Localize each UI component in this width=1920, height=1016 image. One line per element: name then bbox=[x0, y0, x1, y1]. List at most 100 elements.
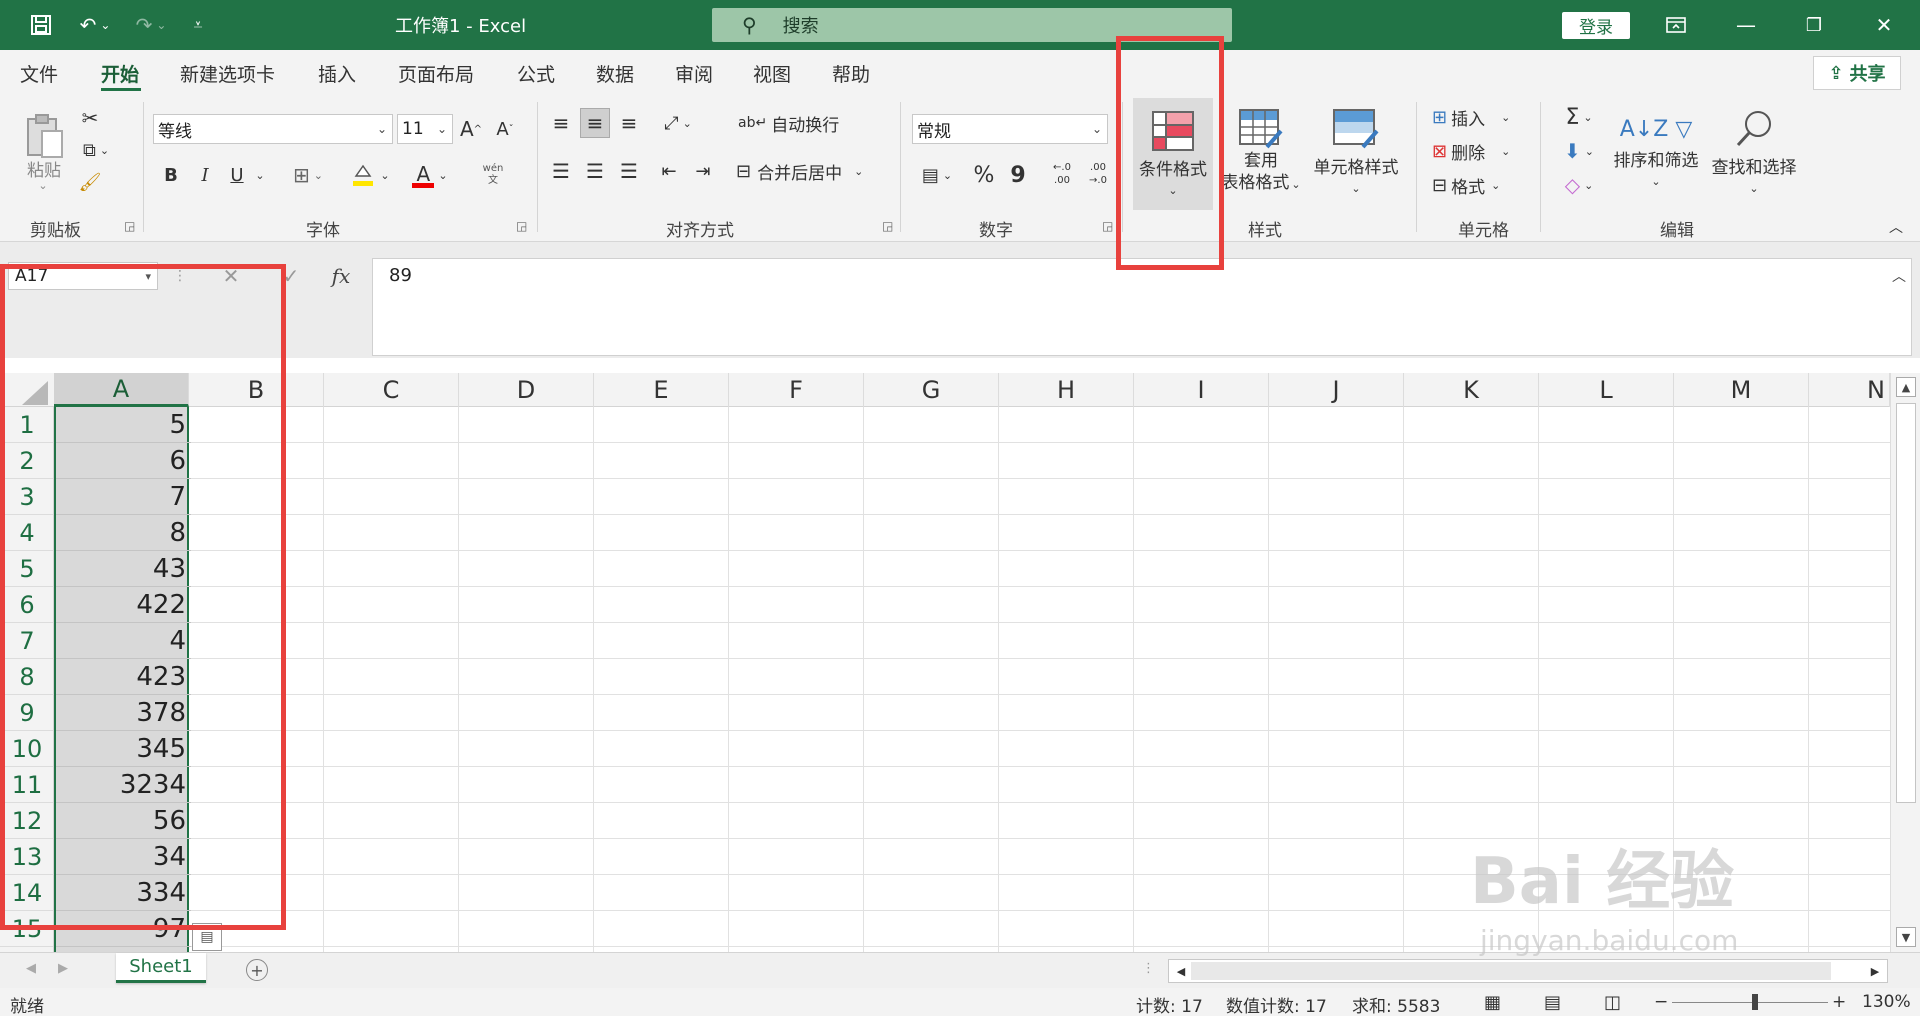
close-icon[interactable]: ✕ bbox=[1864, 10, 1904, 40]
horizontal-scroll-thumb[interactable] bbox=[1191, 962, 1831, 980]
column-header-d[interactable]: D bbox=[459, 373, 594, 407]
number-launcher-icon[interactable]: ◲ bbox=[1102, 219, 1113, 233]
sheet-tab-sheet1[interactable]: Sheet1 bbox=[116, 953, 206, 983]
font-name-select[interactable]: 等线 ⌄ bbox=[153, 114, 393, 144]
tab-view[interactable]: 视图 bbox=[753, 60, 791, 87]
share-button[interactable]: ⇪ 共享 bbox=[1813, 56, 1901, 90]
font-size-select[interactable]: 11 ⌄ bbox=[397, 114, 453, 144]
decrease-indent-icon[interactable]: ⇤ bbox=[656, 156, 682, 186]
percent-button[interactable]: % bbox=[970, 160, 998, 190]
column-header-e[interactable]: E bbox=[594, 373, 729, 407]
format-painter-icon[interactable]: 🖌 bbox=[76, 170, 104, 194]
alignment-launcher-icon[interactable]: ◲ bbox=[882, 219, 893, 233]
shrink-font-icon[interactable]: Aˇ bbox=[492, 114, 518, 144]
delete-cells-button[interactable]: ⊠ 删除 ⌄ bbox=[1432, 136, 1526, 166]
collapse-formula-bar-icon[interactable]: ︿ bbox=[1888, 262, 1910, 290]
page-layout-view-icon[interactable]: ▤ bbox=[1544, 992, 1561, 1013]
comma-style-button[interactable]: 9 bbox=[1006, 160, 1030, 190]
next-sheet-icon[interactable]: ▶ bbox=[58, 961, 68, 976]
formula-input[interactable]: 89 bbox=[372, 258, 1912, 356]
tab-split-handle-icon[interactable]: ⋮ bbox=[1142, 961, 1155, 976]
bold-button[interactable]: B bbox=[160, 160, 182, 190]
increase-indent-icon[interactable]: ⇥ bbox=[690, 156, 716, 186]
font-color-icon[interactable]: A ⌄ bbox=[406, 160, 454, 190]
align-middle-icon[interactable]: ≡ bbox=[580, 108, 610, 138]
minimize-icon[interactable]: — bbox=[1726, 10, 1766, 40]
paste-dropdown-icon[interactable]: ⌄ bbox=[36, 178, 50, 192]
column-header-h[interactable]: H bbox=[999, 373, 1134, 407]
column-header-c[interactable]: C bbox=[324, 373, 459, 407]
redo-icon[interactable]: ↷ ⌄ bbox=[128, 10, 174, 40]
cut-icon[interactable]: ✂ bbox=[78, 106, 102, 130]
borders-icon[interactable]: ⊞ ⌄ bbox=[284, 160, 332, 190]
find-select-button[interactable]: 查找和选择 ⌄ bbox=[1706, 102, 1802, 202]
autosum-icon[interactable]: Σ ⌄ bbox=[1556, 102, 1602, 132]
fill-icon[interactable]: ⬇ ⌄ bbox=[1556, 136, 1602, 166]
underline-dropdown-icon[interactable]: ⌄ bbox=[252, 160, 268, 190]
align-center-icon[interactable]: ☰ bbox=[582, 156, 608, 186]
column-header-g[interactable]: G bbox=[864, 373, 999, 407]
grow-font-icon[interactable]: A ^ bbox=[458, 114, 484, 144]
fill-color-icon[interactable]: ⌄ bbox=[346, 160, 394, 190]
font-launcher-icon[interactable]: ◲ bbox=[516, 219, 527, 233]
restore-icon[interactable]: ❐ bbox=[1794, 10, 1834, 40]
scroll-down-icon[interactable]: ▼ bbox=[1896, 927, 1916, 947]
increase-decimal-icon[interactable]: ←.0.00 bbox=[1044, 156, 1080, 192]
column-header-k[interactable]: K bbox=[1404, 373, 1539, 407]
paste-label[interactable]: 粘贴 bbox=[22, 156, 66, 181]
undo-icon[interactable]: ↶ ⌄ bbox=[72, 10, 118, 40]
scroll-right-icon[interactable]: ▶ bbox=[1865, 962, 1885, 980]
align-bottom-icon[interactable]: ≡ bbox=[616, 108, 642, 138]
orientation-icon[interactable]: ⤢ ⌄ bbox=[656, 108, 700, 138]
prev-sheet-icon[interactable]: ◀ bbox=[26, 961, 36, 976]
save-icon[interactable] bbox=[26, 10, 56, 40]
vertical-scroll-thumb[interactable] bbox=[1896, 403, 1916, 803]
normal-view-icon[interactable]: ▦ bbox=[1484, 992, 1501, 1013]
phonetic-guide-icon[interactable]: wén 文 bbox=[468, 158, 518, 192]
insert-cells-button[interactable]: ⊞ 插入 ⌄ bbox=[1432, 102, 1526, 132]
add-sheet-icon[interactable]: + bbox=[246, 959, 268, 981]
number-format-select[interactable]: 常规 ⌄ bbox=[912, 114, 1108, 144]
login-button[interactable]: 登录 bbox=[1562, 12, 1630, 39]
zoom-level[interactable]: 130% bbox=[1862, 992, 1911, 1012]
tab-data[interactable]: 数据 bbox=[596, 60, 634, 87]
horizontal-scrollbar[interactable]: ◀ ▶ bbox=[1168, 959, 1888, 983]
merge-center-button[interactable]: ⊟ 合并后居中 ⌄ bbox=[736, 156, 886, 186]
column-header-j[interactable]: J bbox=[1269, 373, 1404, 407]
clipboard-launcher-icon[interactable]: ◲ bbox=[124, 219, 135, 233]
vertical-scrollbar[interactable]: ▲ ▼ bbox=[1890, 373, 1920, 952]
tab-insert[interactable]: 插入 bbox=[318, 60, 356, 87]
sort-filter-button[interactable]: A↓Z ▽ 排序和筛选 ⌄ bbox=[1610, 102, 1702, 202]
underline-button[interactable]: U bbox=[226, 160, 248, 190]
column-header-l[interactable]: L bbox=[1539, 373, 1674, 407]
accounting-format-icon[interactable]: ▤ ⌄ bbox=[914, 160, 960, 190]
align-top-icon[interactable]: ≡ bbox=[548, 108, 574, 138]
format-cells-button[interactable]: ⊟ 格式 ⌄ bbox=[1432, 170, 1526, 200]
collapse-ribbon-icon[interactable]: ︿ bbox=[1886, 218, 1906, 236]
zoom-slider[interactable] bbox=[1672, 1002, 1828, 1003]
tab-home[interactable]: 开始 bbox=[101, 60, 139, 87]
align-left-icon[interactable]: ☰ bbox=[548, 156, 574, 186]
customize-quick-access-icon[interactable]: ⩡ bbox=[186, 10, 210, 40]
italic-button[interactable]: I bbox=[194, 160, 216, 190]
column-header-m[interactable]: M bbox=[1674, 373, 1809, 407]
scroll-left-icon[interactable]: ◀ bbox=[1171, 962, 1191, 980]
insert-function-icon[interactable]: fx bbox=[326, 262, 356, 290]
align-right-icon[interactable]: ☰ bbox=[616, 156, 642, 186]
tab-page-layout[interactable]: 页面布局 bbox=[398, 60, 474, 87]
zoom-in-button[interactable]: + bbox=[1832, 992, 1846, 1012]
zoom-out-button[interactable]: − bbox=[1654, 992, 1668, 1012]
column-header-i[interactable]: I bbox=[1134, 373, 1269, 407]
column-header-n[interactable]: N bbox=[1809, 373, 1890, 407]
scroll-up-icon[interactable]: ▲ bbox=[1896, 377, 1916, 397]
column-header-f[interactable]: F bbox=[729, 373, 864, 407]
decrease-decimal-icon[interactable]: .00 →.0 bbox=[1080, 156, 1116, 192]
page-break-view-icon[interactable]: ◫ bbox=[1604, 992, 1621, 1013]
zoom-slider-thumb[interactable] bbox=[1752, 994, 1758, 1010]
wrap-text-button[interactable]: ab↵ 自动换行 bbox=[738, 108, 848, 138]
clear-icon[interactable]: ◇ ⌄ bbox=[1556, 170, 1602, 200]
tab-file[interactable]: 文件 bbox=[20, 60, 58, 87]
ribbon-display-options-icon[interactable] bbox=[1656, 10, 1696, 40]
cell-styles-button[interactable]: 单元格样式 ⌄ bbox=[1306, 102, 1406, 202]
tab-review[interactable]: 审阅 bbox=[675, 60, 713, 87]
